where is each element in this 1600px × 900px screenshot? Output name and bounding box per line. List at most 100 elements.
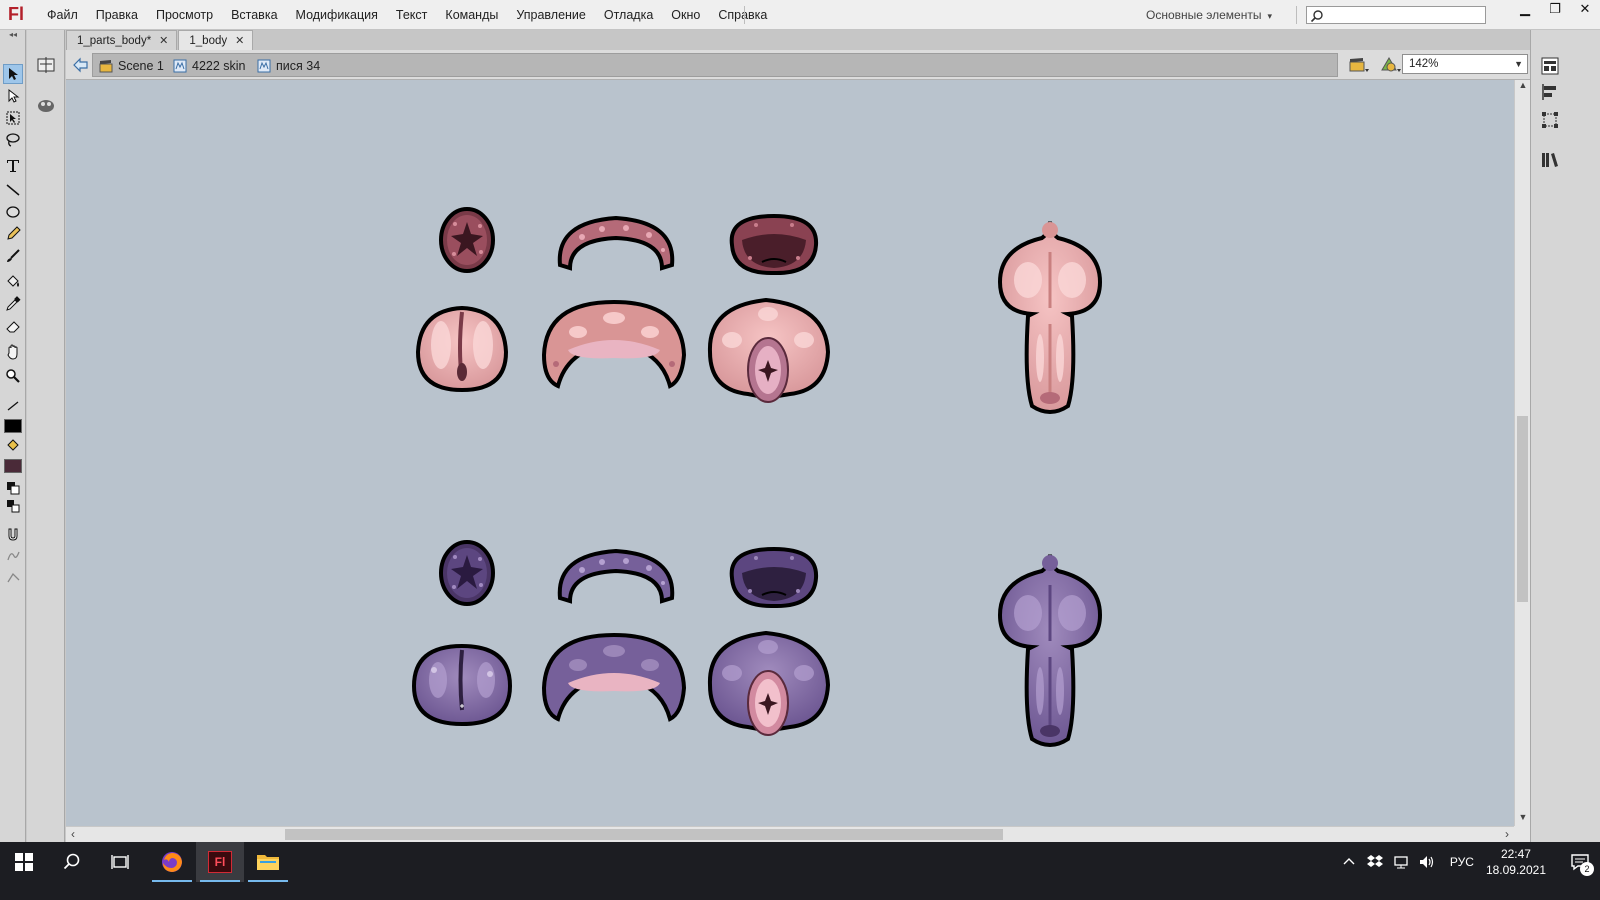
transform-panel-button[interactable] — [1538, 108, 1562, 132]
scroll-right-icon[interactable]: › — [1500, 827, 1514, 843]
menu-commands[interactable]: Команды — [436, 0, 507, 30]
swatch-dark-plum — [4, 459, 22, 473]
scroll-thumb[interactable] — [285, 829, 1003, 840]
line-tool[interactable] — [3, 180, 23, 200]
panel-grip[interactable]: ◂◂ — [0, 30, 26, 40]
menu-view[interactable]: Просмотр — [147, 0, 222, 30]
fill-color-label — [3, 436, 23, 456]
help-search-input[interactable] — [1306, 6, 1486, 24]
menu-debug[interactable]: Отладка — [595, 0, 662, 30]
pencil-tool[interactable] — [3, 224, 23, 244]
menu-bar: Fl Файл Правка Просмотр Вставка Модифика… — [0, 0, 1600, 30]
pink-buttocks[interactable] — [415, 305, 509, 393]
menu-window[interactable]: Окно — [662, 0, 709, 30]
motion-editor-button[interactable] — [33, 92, 59, 118]
chevron-up-icon[interactable] — [1342, 855, 1356, 869]
volume-icon[interactable] — [1418, 854, 1436, 870]
subselection-tool[interactable] — [3, 86, 23, 106]
close-icon[interactable]: ✕ — [235, 31, 244, 51]
fill-color-swatch[interactable] — [3, 456, 23, 476]
text-tool[interactable] — [3, 156, 23, 176]
hand-tool[interactable] — [3, 342, 23, 362]
pink-thin-arch[interactable] — [557, 215, 675, 271]
crumb-scene[interactable]: Scene 1 — [99, 57, 164, 75]
edit-symbols-button[interactable] — [1378, 54, 1404, 76]
smooth-tool[interactable] — [3, 546, 23, 566]
tab-1-body[interactable]: 1_body ✕ — [178, 30, 254, 51]
pink-big-arch[interactable] — [541, 299, 687, 389]
close-icon[interactable]: ✕ — [1570, 0, 1600, 20]
crumb-symbol-skin[interactable]: 4222 skin — [173, 57, 246, 75]
menu-insert[interactable]: Вставка — [222, 0, 286, 30]
menu-help[interactable]: Справка — [709, 0, 776, 30]
workspace-switcher[interactable]: Основные элементы ▾ — [1146, 0, 1272, 30]
purple-vulva[interactable] — [707, 630, 831, 736]
menu-file[interactable]: Файл — [38, 0, 87, 30]
default-colors[interactable] — [3, 478, 23, 498]
edit-scene-button[interactable] — [1346, 54, 1372, 76]
notification-count-badge: 2 — [1580, 862, 1594, 876]
animate-icon: Fl — [208, 851, 232, 873]
eyedropper-tool[interactable] — [3, 294, 23, 314]
network-icon[interactable] — [1392, 854, 1410, 870]
snap-to-objects[interactable] — [3, 524, 23, 544]
taskbar-animate[interactable]: Fl — [196, 842, 244, 882]
pink-open-mouth[interactable] — [729, 213, 819, 276]
pink-star-orifice[interactable] — [439, 207, 495, 273]
right-panel-dock — [1530, 30, 1568, 842]
timeline-panel-button[interactable] — [33, 52, 59, 78]
horizontal-scrollbar[interactable]: ‹ › — [66, 826, 1514, 842]
zoom-select[interactable]: 142% ▼ — [1402, 54, 1528, 74]
vertical-scrollbar[interactable]: ▲ ▼ — [1514, 80, 1530, 826]
taskbar-search-button[interactable] — [48, 842, 96, 882]
menu-modify[interactable]: Модификация — [287, 0, 387, 30]
straighten-tool[interactable] — [3, 568, 23, 588]
eraser-tool[interactable] — [3, 316, 23, 336]
align-panel-button[interactable] — [1538, 80, 1562, 104]
crumb-symbol-34[interactable]: пися 34 — [257, 57, 320, 75]
scroll-down-icon[interactable]: ▼ — [1515, 812, 1531, 826]
scroll-up-icon[interactable]: ▲ — [1515, 80, 1531, 94]
purple-open-mouth[interactable] — [729, 546, 819, 609]
notification-center-button[interactable]: 2 — [1560, 842, 1600, 882]
purple-buttocks[interactable] — [411, 643, 513, 727]
tab-1-parts-body[interactable]: 1_parts_body* ✕ — [66, 30, 178, 51]
library-books-icon — [1542, 153, 1558, 167]
minimize-icon[interactable]: ▁ — [1510, 0, 1540, 20]
task-view-button[interactable] — [96, 842, 144, 882]
scroll-thumb[interactable] — [1517, 416, 1528, 602]
free-transform-tool[interactable] — [3, 108, 23, 128]
selection-tool[interactable] — [3, 64, 23, 84]
pink-penis[interactable] — [997, 221, 1103, 414]
zoom-tool[interactable] — [3, 366, 23, 386]
windows-start-button[interactable] — [0, 842, 48, 882]
scroll-left-icon[interactable]: ‹ — [66, 827, 80, 843]
lasso-tool[interactable] — [3, 130, 23, 150]
taskbar-firefox[interactable] — [148, 842, 196, 882]
close-icon[interactable]: ✕ — [159, 31, 168, 51]
library-panel-button[interactable] — [1538, 148, 1562, 172]
language-indicator[interactable]: РУС — [1450, 855, 1474, 869]
clock[interactable]: 22:47 18.09.2021 — [1486, 846, 1546, 878]
dropbox-icon[interactable] — [1366, 854, 1384, 870]
stroke-color-swatch[interactable] — [3, 416, 23, 436]
stage-canvas[interactable] — [66, 80, 1514, 826]
taskbar-file-explorer[interactable] — [244, 842, 292, 882]
restore-icon[interactable]: ❐ — [1540, 0, 1570, 20]
menu-control[interactable]: Управление — [507, 0, 595, 30]
swap-colors[interactable] — [3, 496, 23, 516]
clock-time: 22:47 — [1500, 847, 1531, 861]
purple-thin-arch[interactable] — [557, 548, 675, 604]
purple-star-orifice[interactable] — [439, 540, 495, 606]
pink-vulva[interactable] — [707, 297, 831, 403]
secondary-panel — [27, 30, 65, 860]
paint-bucket-tool[interactable] — [3, 272, 23, 292]
back-arrow-icon[interactable] — [72, 56, 90, 74]
purple-penis[interactable] — [997, 554, 1103, 747]
properties-panel-button[interactable] — [1538, 54, 1562, 78]
oval-tool[interactable] — [3, 202, 23, 222]
menu-edit[interactable]: Правка — [87, 0, 147, 30]
brush-tool[interactable] — [3, 246, 23, 266]
menu-text[interactable]: Текст — [387, 0, 436, 30]
purple-big-arch[interactable] — [541, 632, 687, 722]
